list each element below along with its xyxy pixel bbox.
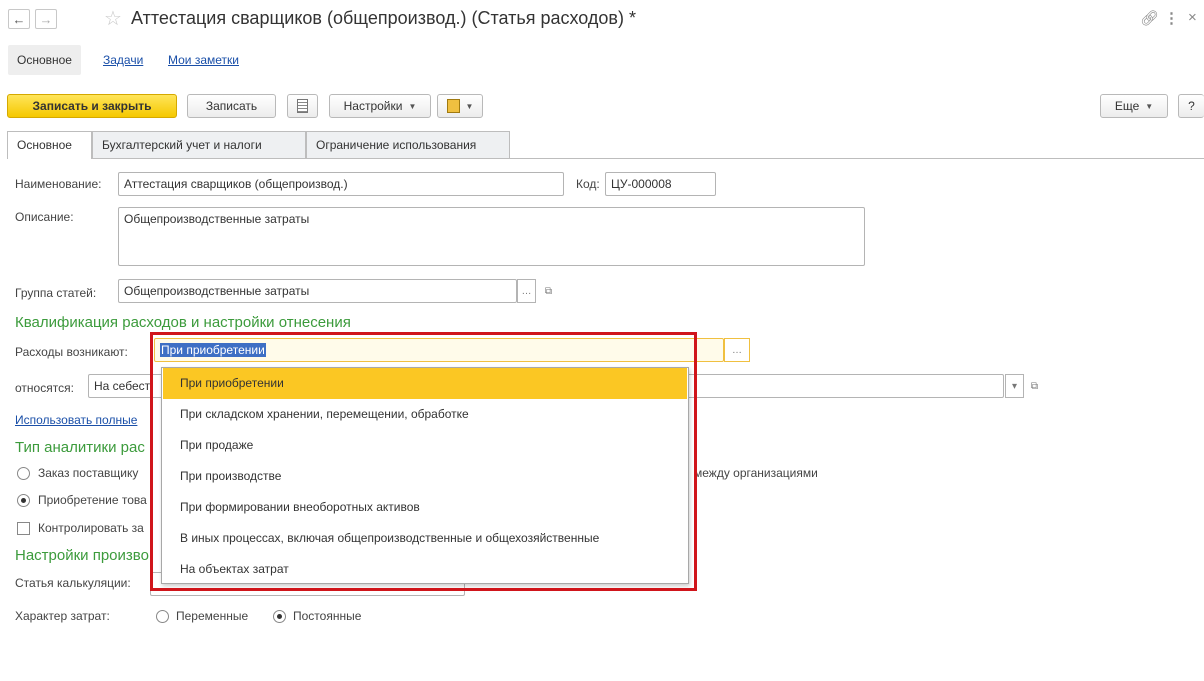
production-section-title: Настройки произво [15, 547, 149, 564]
ellipsis-icon: … [732, 344, 742, 356]
option-order-label: Заказ поставщику [38, 466, 139, 480]
arrow-left-icon: ← [12, 11, 26, 27]
help-button[interactable]: ? [1178, 94, 1204, 118]
document-list-icon [297, 99, 308, 113]
radio-constant[interactable] [273, 610, 286, 623]
tab-usage-restriction[interactable]: Ограничение использования [306, 131, 510, 158]
star-icon[interactable]: ☆ [104, 6, 122, 31]
analytics-section-title: Тип аналитики рас [15, 439, 145, 456]
more-vertical-icon[interactable]: ⋮ [1164, 9, 1179, 27]
ellipsis-icon: … [521, 285, 532, 297]
name-label: Наименование: [15, 177, 102, 191]
open-icon[interactable]: ⧉ [539, 279, 558, 303]
name-input[interactable]: Аттестация сварщиков (общепроизвод.) [118, 172, 564, 196]
tab-main[interactable]: Основное [7, 131, 92, 159]
report-button[interactable] [287, 94, 318, 118]
control-checkbox[interactable] [17, 522, 30, 535]
radio-purchase[interactable] [17, 494, 30, 507]
save-button[interactable]: Записать [187, 94, 276, 118]
chevron-down-icon: ▼ [465, 101, 474, 111]
description-textarea[interactable]: Общепроизводственные затраты [118, 207, 865, 266]
save-label: Записать [205, 99, 258, 113]
arrow-right-icon: → [39, 11, 53, 27]
tab-accounting[interactable]: Бухгалтерский учет и налоги [92, 131, 306, 158]
link-icon[interactable]: 🔗︎ [1140, 9, 1159, 27]
chevron-down-icon: ▼ [408, 101, 417, 111]
page-tab-tasks[interactable]: Задачи [103, 45, 143, 75]
variable-label: Переменные [176, 609, 249, 623]
select-button[interactable]: … [517, 279, 536, 303]
window-title: Аттестация сварщиков (общепроизвод.) (Ст… [131, 8, 636, 28]
save-and-close-button[interactable]: Записать и закрыть [7, 94, 177, 118]
group-label: Группа статей: [15, 286, 97, 300]
cost-nature-label: Характер затрат: [15, 609, 110, 623]
use-full-link[interactable]: Использовать полные [15, 413, 137, 427]
radio-order[interactable] [17, 467, 30, 480]
settings-button[interactable]: Настройки ▼ [329, 94, 431, 118]
control-label: Контролировать за [38, 521, 144, 535]
page-tab-main[interactable]: Основное [8, 45, 81, 75]
option-order-tail-label: между организациями [694, 466, 818, 480]
more-button[interactable]: Еще ▼ [1100, 94, 1168, 118]
chevron-down-icon: ▾ [1011, 380, 1018, 392]
close-icon[interactable]: × [1188, 9, 1197, 26]
code-label: Код: [576, 177, 600, 191]
more-label: Еще [1114, 99, 1140, 113]
relate-label: относятся: [15, 381, 74, 395]
option-purchase-label: Приобретение това [38, 493, 147, 507]
chevron-down-icon: ▼ [1145, 101, 1154, 111]
radio-variable[interactable] [156, 610, 169, 623]
code-input[interactable]: ЦУ-000008 [605, 172, 716, 196]
highlight-frame [150, 332, 697, 591]
open-icon[interactable]: ⧉ [1025, 374, 1044, 398]
arise-select-button[interactable]: … [724, 338, 750, 362]
settings-label: Настройки [343, 99, 403, 113]
arise-label: Расходы возникают: [15, 345, 128, 359]
relate-dropdown-button[interactable]: ▾ [1005, 374, 1024, 398]
print-icon [446, 99, 460, 113]
constant-label: Постоянные [293, 609, 362, 623]
forward-button[interactable]: → [35, 9, 57, 29]
help-label: ? [1188, 99, 1195, 113]
qualification-section-title: Квалификация расходов и настройки отнесе… [15, 314, 351, 331]
page-tab-notes[interactable]: Мои заметки [168, 45, 239, 75]
description-label: Описание: [15, 210, 74, 224]
group-input[interactable]: Общепроизводственные затраты [118, 279, 517, 303]
calc-label: Статья калькуляции: [15, 576, 131, 590]
back-button[interactable]: ← [8, 9, 30, 29]
save-and-close-label: Записать и закрыть [32, 99, 152, 113]
print-button[interactable]: ▼ [437, 94, 483, 118]
